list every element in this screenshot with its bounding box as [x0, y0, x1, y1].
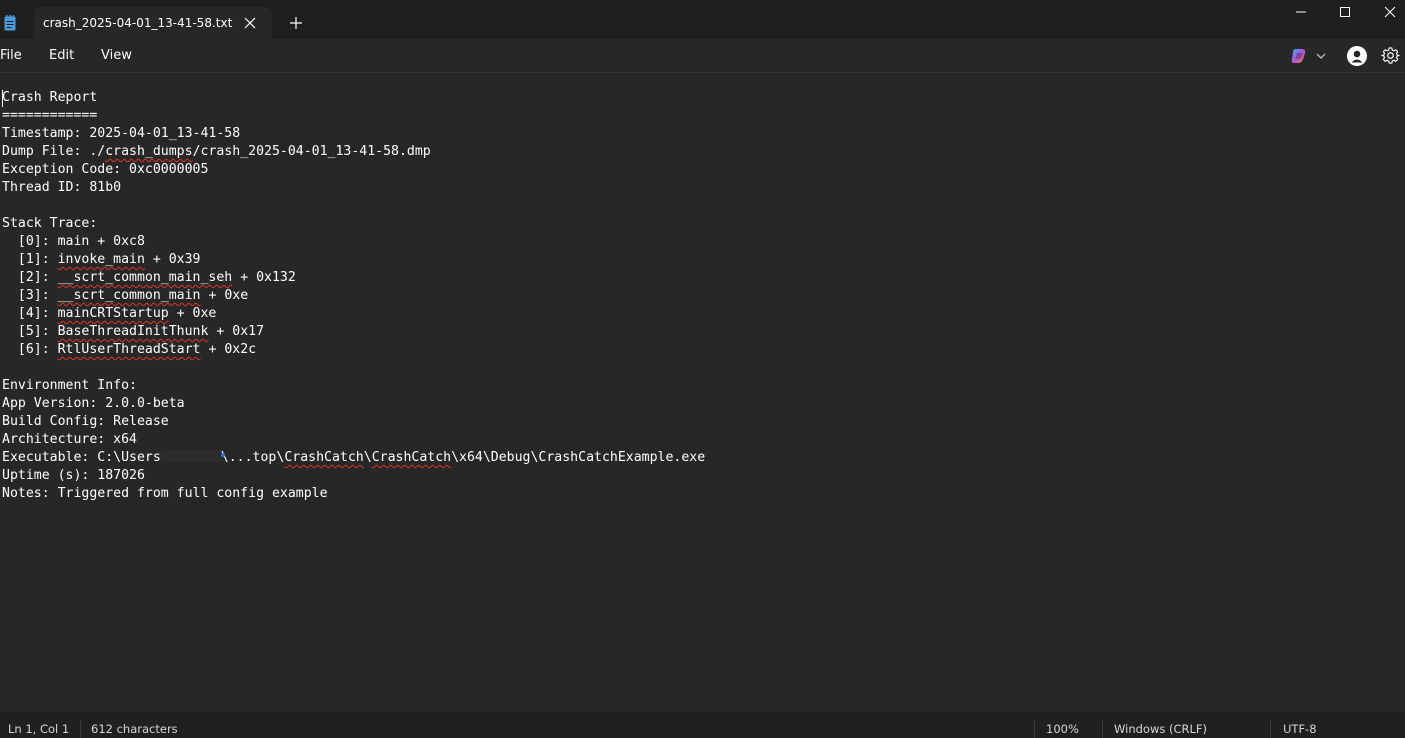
- editor-line: [1]: invoke_main + 0x39: [2, 252, 201, 267]
- editor-line: ============: [2, 108, 98, 123]
- editor-line: [2]: __scrt_common_main_seh + 0x132: [2, 270, 296, 285]
- misspelled-word: CrashCatch: [284, 450, 364, 465]
- notepad-window: crash_2025-04-01_13-41-58.txt File Edit …: [0, 0, 1405, 738]
- close-icon[interactable]: [240, 13, 260, 33]
- status-zoom[interactable]: 100%: [1046, 722, 1079, 736]
- status-divider: [1102, 720, 1103, 738]
- editor-line: [3]: __scrt_common_main + 0xe: [2, 288, 249, 303]
- copilot-button[interactable]: [1290, 47, 1328, 65]
- editor-line: Exception Code: 0xc0000005: [2, 162, 209, 177]
- title-bar: crash_2025-04-01_13-41-58.txt: [0, 0, 1405, 39]
- misspelled-word: crash_dumps: [105, 144, 193, 159]
- editor-line: Timestamp: 2025-04-01_13-41-58: [2, 126, 241, 141]
- status-divider: [80, 720, 81, 738]
- editor-line: App Version: 2.0.0-beta: [2, 396, 185, 411]
- misspelled-word: __scrt_common_main: [57, 288, 201, 303]
- menu-view[interactable]: View: [101, 48, 132, 63]
- gear-icon[interactable]: [1381, 46, 1400, 65]
- maximize-icon: [1340, 7, 1350, 17]
- editor-line: Build Config: Release: [2, 414, 169, 429]
- misspelled-word: mainCRTStartup: [57, 306, 169, 321]
- editor-line: Notes: Triggered from full config exampl…: [2, 486, 328, 501]
- misspelled-word: BaseThreadInitThunk: [57, 324, 209, 339]
- menu-bar: File Edit View: [0, 39, 1405, 72]
- misspelled-word: __scrt_common_main_seh: [57, 270, 233, 285]
- minimize-button[interactable]: [1278, 0, 1324, 24]
- redacted-text: [160, 450, 225, 462]
- menu-file[interactable]: File: [0, 48, 22, 63]
- text-editor[interactable]: Crash Report ============ Timestamp: 202…: [0, 72, 1405, 712]
- editor-line: Dump File: ./crash_dumps/crash_2025-04-0…: [2, 143, 431, 161]
- copilot-icon: [1291, 49, 1326, 63]
- status-bar: Ln 1, Col 1 612 characters 100% Windows …: [0, 712, 1405, 738]
- editor-line: [6]: RtlUserThreadStart + 0x2c: [2, 342, 257, 357]
- editor-text: Dump File: ./: [2, 144, 106, 159]
- status-encoding[interactable]: UTF-8: [1283, 722, 1317, 736]
- editor-line: Executable: C:\Users \...top\CrashCatch\C…: [2, 450, 706, 465]
- misspelled-word: RtlUserThreadStart: [57, 342, 201, 357]
- editor-line: Architecture: x64: [2, 432, 137, 447]
- menu-edit[interactable]: Edit: [49, 48, 74, 63]
- editor-line: [0]: main + 0xc8: [2, 234, 145, 249]
- misspelled-word: invoke_main: [57, 252, 145, 267]
- status-cursor-position: Ln 1, Col 1: [8, 722, 70, 736]
- editor-line: Stack Trace:: [2, 216, 98, 231]
- status-divider: [1034, 720, 1035, 738]
- close-icon: [1384, 6, 1396, 18]
- status-divider: [1270, 720, 1271, 738]
- editor-line: Thread ID: 81b0: [2, 180, 122, 195]
- tab-title: crash_2025-04-01_13-41-58.txt: [43, 16, 233, 30]
- account-icon[interactable]: [1347, 46, 1367, 66]
- editor-line: Crash Report: [2, 90, 98, 105]
- status-character-count: 612 characters: [91, 722, 178, 736]
- editor-line: [5]: BaseThreadInitThunk + 0x17: [2, 324, 265, 339]
- misspelled-word: CrashCatch: [371, 450, 452, 465]
- minimize-icon: [1296, 11, 1306, 13]
- editor-line: Environment Info:: [2, 378, 137, 393]
- editor-text: /crash_2025-04-01_13-41-58.dmp: [192, 144, 431, 159]
- editor-line: [4]: mainCRTStartup + 0xe: [2, 306, 217, 321]
- status-line-endings[interactable]: Windows (CRLF): [1114, 722, 1207, 736]
- maximize-button[interactable]: [1322, 0, 1368, 24]
- editor-line: Uptime (s): 187026: [2, 468, 145, 483]
- notepad-icon: [4, 15, 16, 31]
- plus-icon[interactable]: [286, 13, 306, 33]
- window-close-button[interactable]: [1367, 0, 1405, 24]
- tab-crash-file[interactable]: crash_2025-04-01_13-41-58.txt: [34, 7, 272, 39]
